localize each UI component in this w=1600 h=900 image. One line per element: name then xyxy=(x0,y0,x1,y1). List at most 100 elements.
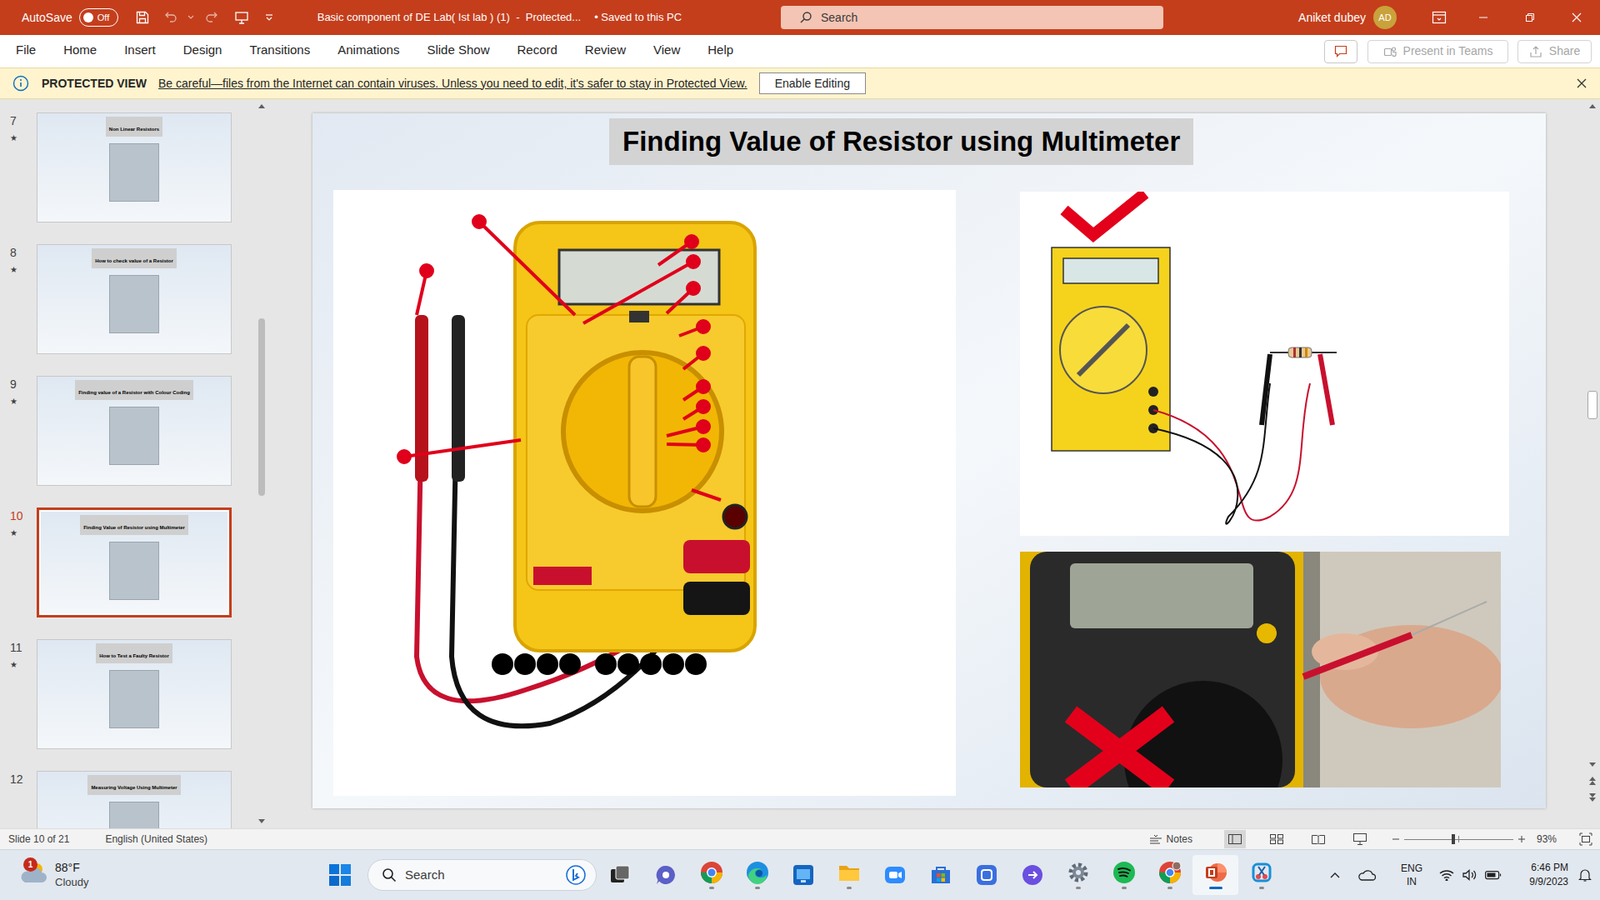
show-hidden-icons[interactable] xyxy=(1325,858,1345,892)
reading-view-icon[interactable] xyxy=(1307,830,1330,849)
next-slide-icon[interactable] xyxy=(1588,791,1597,804)
menu-tab[interactable]: Record xyxy=(516,35,557,68)
user-name[interactable]: Aniket dubey xyxy=(1298,9,1366,27)
menu-tab[interactable]: Slide Show xyxy=(426,35,490,68)
file-explorer-button[interactable] xyxy=(825,855,872,895)
slide-thumbnail[interactable]: Finding value of a Resistor with Colour … xyxy=(36,375,232,486)
powerpoint-icon xyxy=(1204,860,1228,885)
measuring-resistance-image[interactable] xyxy=(1020,191,1510,536)
present-icon[interactable] xyxy=(227,5,256,30)
slide-thumbnail-row[interactable]: 11★How to Test a Faulty Resistor xyxy=(0,639,255,750)
menu-tab[interactable]: Insert xyxy=(124,35,156,68)
slide-thumbnail[interactable]: Non Linear Resistors xyxy=(36,112,232,223)
wifi-button[interactable] xyxy=(1436,858,1457,892)
wrong-measurement-photo[interactable] xyxy=(1020,551,1501,788)
clock[interactable]: 6:46 PM 9/9/2023 xyxy=(1508,860,1569,890)
multimeter-diagram-image[interactable] xyxy=(333,190,956,796)
user-avatar[interactable]: AD xyxy=(1373,5,1397,30)
slide-thumbnail-row[interactable]: 8★How to check value of a Resistor xyxy=(0,244,255,355)
input-language[interactable]: ENG IN xyxy=(1396,861,1427,889)
slide-thumbnail[interactable]: Measuring Voltage Using Multimeter xyxy=(36,770,232,829)
undo-dropdown-icon[interactable] xyxy=(185,5,198,30)
app-button[interactable] xyxy=(1009,855,1055,895)
zoom-app-button[interactable] xyxy=(871,855,918,895)
close-bar-icon[interactable] xyxy=(1573,75,1590,92)
fit-slide-icon[interactable] xyxy=(1578,831,1594,847)
normal-view-icon[interactable] xyxy=(1224,830,1246,849)
customize-toolbar-icon[interactable] xyxy=(255,5,283,30)
title-search-box[interactable]: Search xyxy=(780,5,1164,30)
comments-button[interactable] xyxy=(1324,40,1358,64)
taskbar-search[interactable]: Search xyxy=(367,859,597,891)
chrome-profile-button[interactable] xyxy=(1146,855,1193,895)
notification-button[interactable] xyxy=(1575,858,1595,892)
enable-editing-button[interactable]: Enable Editing xyxy=(759,72,866,95)
zoom-level[interactable]: 93% xyxy=(1536,831,1557,847)
share-button[interactable]: Share xyxy=(1517,40,1592,64)
slide-thumbnail[interactable]: How to Test a Faulty Resistor xyxy=(36,639,232,750)
powerpoint-button[interactable] xyxy=(1192,855,1239,895)
present-in-teams-button[interactable]: Present in Teams xyxy=(1367,40,1509,64)
slide-thumbnail[interactable]: How to check value of a Resistor xyxy=(36,244,232,355)
document-title: Basic component of DE Lab( Ist lab ) (1)… xyxy=(317,9,581,26)
settings-button[interactable] xyxy=(1055,855,1101,895)
menu-tab[interactable]: View xyxy=(653,35,680,68)
volume-button[interactable] xyxy=(1460,858,1480,892)
notes-button[interactable]: Notes xyxy=(1149,831,1193,847)
restore-icon[interactable] xyxy=(1506,0,1554,35)
bing-icon[interactable] xyxy=(565,865,586,885)
spotify-button[interactable] xyxy=(1100,855,1147,895)
menu-bar: File Home Insert Design Transitions Animation… xyxy=(0,35,1600,68)
zoom-out-icon[interactable] xyxy=(1390,835,1401,844)
battery-button[interactable] xyxy=(1483,858,1504,892)
menu-tab[interactable]: Help xyxy=(707,35,734,68)
ribbon-display-icon[interactable] xyxy=(1418,0,1460,35)
chat-button[interactable] xyxy=(642,855,689,895)
weather-badge: 1 xyxy=(23,857,38,872)
redo-icon[interactable] xyxy=(197,5,226,30)
slide-show-icon[interactable] xyxy=(1349,830,1371,849)
autosave-toggle[interactable]: Off xyxy=(79,8,119,27)
slide-number: 9 xyxy=(10,375,37,394)
menu-tab[interactable]: Review xyxy=(585,35,626,68)
menu-tab[interactable]: Home xyxy=(63,35,97,68)
gear-icon xyxy=(1066,860,1090,885)
thumbnail-scrollbar[interactable] xyxy=(255,99,269,829)
slide[interactable]: Finding Value of Resistor using Multimet… xyxy=(312,113,1546,809)
slide-sorter-icon[interactable] xyxy=(1265,830,1288,849)
spotify-icon xyxy=(1112,860,1136,885)
protected-view-message[interactable]: Be careful—files from the Internet can c… xyxy=(158,75,748,93)
zoom-in-icon[interactable] xyxy=(1516,835,1527,844)
undo-icon[interactable] xyxy=(156,5,185,30)
zoom-slider[interactable] xyxy=(1404,833,1514,845)
slide-title[interactable]: Finding Value of Resistor using Multimet… xyxy=(609,118,1194,165)
onedrive-button[interactable] xyxy=(1356,858,1377,892)
snipping-tool-button[interactable] xyxy=(1238,855,1285,895)
app-button[interactable] xyxy=(780,855,826,895)
menu-tab[interactable]: File xyxy=(15,35,36,68)
minimize-icon[interactable] xyxy=(1460,0,1507,35)
task-view-button[interactable] xyxy=(596,855,643,895)
scroll-down-icon[interactable] xyxy=(1588,761,1597,769)
weather-widget[interactable]: 1 88°F Cloudy xyxy=(0,860,320,890)
slide-thumbnail-row[interactable]: 10★Finding Value of Resistor using Multi… xyxy=(0,507,255,618)
slide-thumbnail-row[interactable]: 7★Non Linear Resistors xyxy=(0,112,255,223)
previous-slide-icon[interactable] xyxy=(1588,775,1597,787)
zoom-slider-thumb[interactable] xyxy=(1451,834,1455,845)
menu-tab[interactable]: Animations xyxy=(337,35,400,68)
close-icon[interactable] xyxy=(1553,0,1600,35)
save-icon[interactable] xyxy=(128,5,157,30)
chrome-button[interactable] xyxy=(688,855,735,895)
slide-thumbnail[interactable]: Finding Value of Resistor using Multimet… xyxy=(36,507,232,618)
menu-tab[interactable]: Design xyxy=(183,35,223,68)
slide-scrollbar[interactable] xyxy=(1585,99,1600,829)
start-button[interactable] xyxy=(320,855,360,895)
edge-button[interactable] xyxy=(734,855,780,895)
language-indicator[interactable]: English (United States) xyxy=(105,831,208,847)
speaker-icon xyxy=(1462,869,1478,881)
store-button[interactable] xyxy=(917,855,964,895)
app-button[interactable] xyxy=(963,855,1010,895)
slide-thumbnail-row[interactable]: 12Measuring Voltage Using Multimeter xyxy=(0,770,255,829)
slide-thumbnail-row[interactable]: 9★Finding value of a Resistor with Colou… xyxy=(0,375,255,486)
menu-tab[interactable]: Transitions xyxy=(249,35,310,68)
